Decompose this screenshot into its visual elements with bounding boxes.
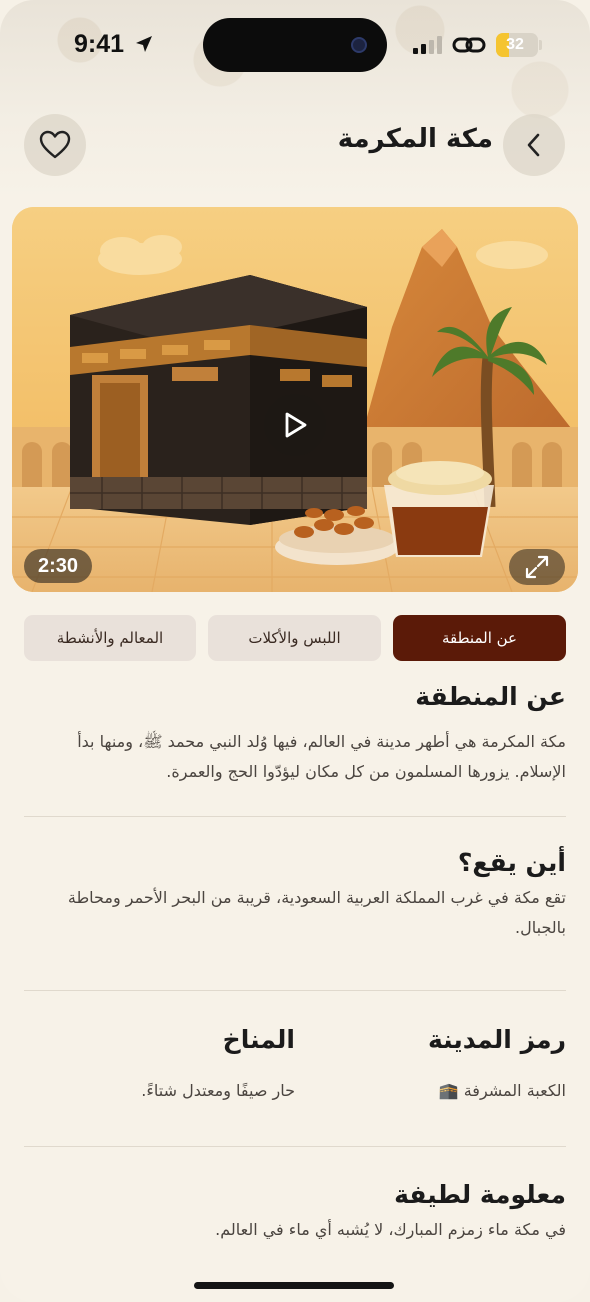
dynamic-island (203, 18, 387, 72)
screen: 9:41 32 مكة المكرمة 2:30 عن المنطقة اللب… (0, 0, 590, 1302)
location-heading: أين يقع؟ (457, 848, 566, 877)
fun-fact-text: في مكة ماء زمزم المبارك، لا يُشبه أي ماء… (215, 1220, 566, 1239)
battery-icon: 32 (496, 33, 538, 57)
divider (24, 1146, 566, 1147)
fun-fact-heading: معلومة لطيفة (394, 1180, 566, 1209)
battery-cap (539, 40, 542, 50)
fun-fact-section: معلومة لطيفة في مكة ماء زمزم المبارك، لا… (24, 1180, 566, 1245)
link-icon (452, 37, 486, 53)
page-title: مكة المكرمة (337, 124, 493, 154)
location-text: تقع مكة في غرب المملكة العربية السعودية،… (67, 888, 566, 937)
heart-icon (39, 130, 71, 159)
tab-landmarks-activities[interactable]: المعالم والأنشطة (24, 615, 196, 661)
climate-section: المناخ حار صيفًا ومعتدل شتاءً. (55, 1025, 295, 1106)
location-section: أين يقع؟ تقع مكة في غرب المملكة العربية … (24, 848, 566, 943)
climate-value: حار صيفًا ومعتدل شتاءً. (141, 1081, 295, 1100)
expand-icon (525, 555, 549, 579)
video-player[interactable]: 2:30 (12, 207, 578, 592)
play-icon (285, 412, 307, 438)
chevron-left-icon (527, 133, 540, 157)
status-time: 9:41 (74, 30, 125, 58)
tab-clothing-food[interactable]: اللبس والأكلات (208, 615, 381, 661)
battery-percent: 32 (506, 36, 524, 53)
location-arrow-icon (136, 36, 152, 52)
city-symbol-section: رمز المدينة الكعبة المشرفة 🕋 (326, 1025, 566, 1106)
section-tabs: عن المنطقة اللبس والأكلات المعالم والأنش… (24, 615, 566, 661)
city-symbol-value: الكعبة المشرفة 🕋 (438, 1081, 566, 1100)
play-button[interactable] (264, 394, 326, 456)
divider (24, 990, 566, 991)
favorite-button[interactable] (24, 114, 86, 176)
fullscreen-button[interactable] (509, 549, 565, 585)
climate-heading: المناخ (222, 1025, 295, 1054)
about-text: مكة المكرمة هي أطهر مدينة في العالم، فيه… (77, 732, 566, 781)
camera-dot (351, 37, 367, 53)
status-bar: 9:41 32 (0, 0, 590, 90)
tab-about[interactable]: عن المنطقة (393, 615, 566, 661)
back-button[interactable] (503, 114, 565, 176)
divider (24, 816, 566, 817)
home-indicator[interactable] (194, 1282, 394, 1289)
city-symbol-heading: رمز المدينة (427, 1025, 566, 1054)
about-section: عن المنطقة مكة المكرمة هي أطهر مدينة في … (24, 682, 566, 787)
signal-icon (413, 36, 442, 54)
video-duration: 2:30 (24, 549, 93, 583)
about-heading: عن المنطقة (415, 682, 566, 711)
